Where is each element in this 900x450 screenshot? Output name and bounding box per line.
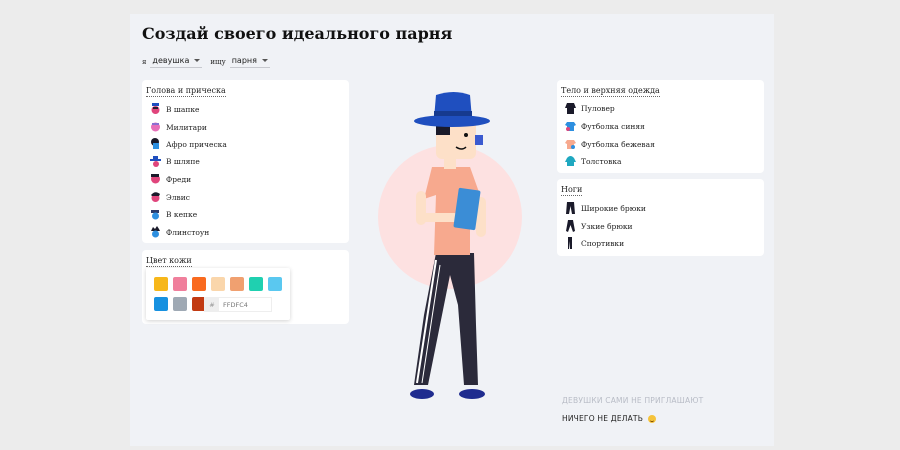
head-item-freddie[interactable]: Фреди — [150, 172, 191, 186]
legs-item-sweatpants[interactable]: Спортивки — [565, 236, 624, 250]
body-item-blue-tshirt[interactable]: Футболка синяя — [565, 119, 645, 133]
head-panel: Голова и прическа В шапке Милитари Афро … — [142, 80, 349, 243]
hat-hair-icon — [151, 103, 160, 114]
body-item-beige-tshirt[interactable]: Футболка бежевая — [565, 137, 655, 151]
legs-panel-title: Ноги — [561, 185, 583, 196]
head-item-fedora[interactable]: В шляпе — [150, 154, 200, 168]
seek-label: ищу — [210, 58, 226, 66]
sweatpants-icon — [568, 237, 572, 249]
skin-swatch[interactable] — [173, 277, 187, 291]
skin-color-palette: # FFDFC4 — [146, 268, 290, 320]
filters-row: я девушка ищу парня — [142, 54, 278, 70]
fedora-hair-icon — [150, 156, 161, 167]
head-item-cap[interactable]: В кепке — [150, 207, 197, 221]
page-title: Создай своего идеального парня — [142, 24, 453, 43]
who-select-value: девушка — [152, 56, 190, 65]
freddie-hair-icon — [151, 174, 160, 184]
body-item-pullover[interactable]: Пуловер — [565, 101, 615, 115]
legs-panel: Ноги Широкие брюки Узкие брюки Спортивки — [557, 179, 764, 256]
skin-swatch[interactable] — [154, 297, 168, 311]
shoe-left — [410, 389, 434, 399]
chevron-down-icon — [261, 59, 268, 62]
body-panel: Тело и верхняя одежда Пуловер Футболка с… — [557, 80, 764, 173]
afro-hair-icon — [151, 138, 159, 149]
legs-item-slim[interactable]: Узкие брюки — [565, 219, 633, 233]
smile-emoji-icon — [647, 415, 656, 423]
military-hair-icon — [151, 122, 160, 132]
beige-tshirt-icon — [565, 140, 576, 149]
filter-prefix: я — [142, 58, 147, 66]
character-illustration — [378, 92, 522, 399]
do-nothing-label: НИЧЕГО НЕ ДЕЛАТЬ — [562, 414, 644, 423]
skin-swatch[interactable] — [211, 277, 225, 291]
head-item-military[interactable]: Милитари — [150, 120, 207, 134]
skin-swatch[interactable] — [154, 277, 168, 291]
hex-color-input[interactable]: # FFDFC4 — [204, 297, 272, 312]
target-select-value: парня — [231, 56, 257, 65]
skin-panel-title: Цвет кожи — [146, 256, 192, 267]
skin-swatch[interactable] — [173, 297, 187, 311]
head-item-afro[interactable]: Афро прическа — [150, 137, 227, 151]
hex-prefix: # — [205, 298, 219, 311]
head-item-elvis[interactable]: Элвис — [150, 190, 190, 204]
skin-swatch[interactable] — [249, 277, 263, 291]
skin-swatch[interactable] — [192, 277, 206, 291]
skin-swatch[interactable] — [268, 277, 282, 291]
shoe-right — [459, 389, 485, 399]
legs-item-wide[interactable]: Широкие брюки — [565, 201, 646, 215]
head-panel-title: Голова и прическа — [146, 86, 226, 97]
do-nothing-button[interactable]: НИЧЕГО НЕ ДЕЛАТЬ — [562, 414, 656, 423]
body-item-hoodie[interactable]: Толстовка — [565, 154, 622, 168]
chevron-down-icon — [194, 59, 201, 62]
blue-tshirt-icon — [565, 122, 576, 131]
slim-pants-icon — [566, 220, 575, 232]
target-select[interactable]: парня — [229, 56, 270, 68]
cap-hair-icon — [151, 210, 159, 220]
pullover-icon — [565, 103, 576, 114]
skin-swatch[interactable] — [230, 277, 244, 291]
body-panel-title: Тело и верхняя одежда — [561, 86, 660, 97]
elvis-hair-icon — [151, 192, 160, 202]
head-item-flintstone[interactable]: Флинстоун — [150, 225, 209, 239]
hex-value: FFDFC4 — [223, 300, 248, 309]
head-item-hat[interactable]: В шапке — [150, 102, 199, 116]
hoodie-icon — [565, 156, 576, 166]
girls-dont-invite-text: ДЕВУШКИ САМИ НЕ ПРИГЛАШАЮТ — [562, 396, 704, 405]
flintstone-hair-icon — [151, 226, 160, 238]
wide-pants-icon — [566, 202, 575, 214]
who-select[interactable]: девушка — [150, 56, 203, 68]
